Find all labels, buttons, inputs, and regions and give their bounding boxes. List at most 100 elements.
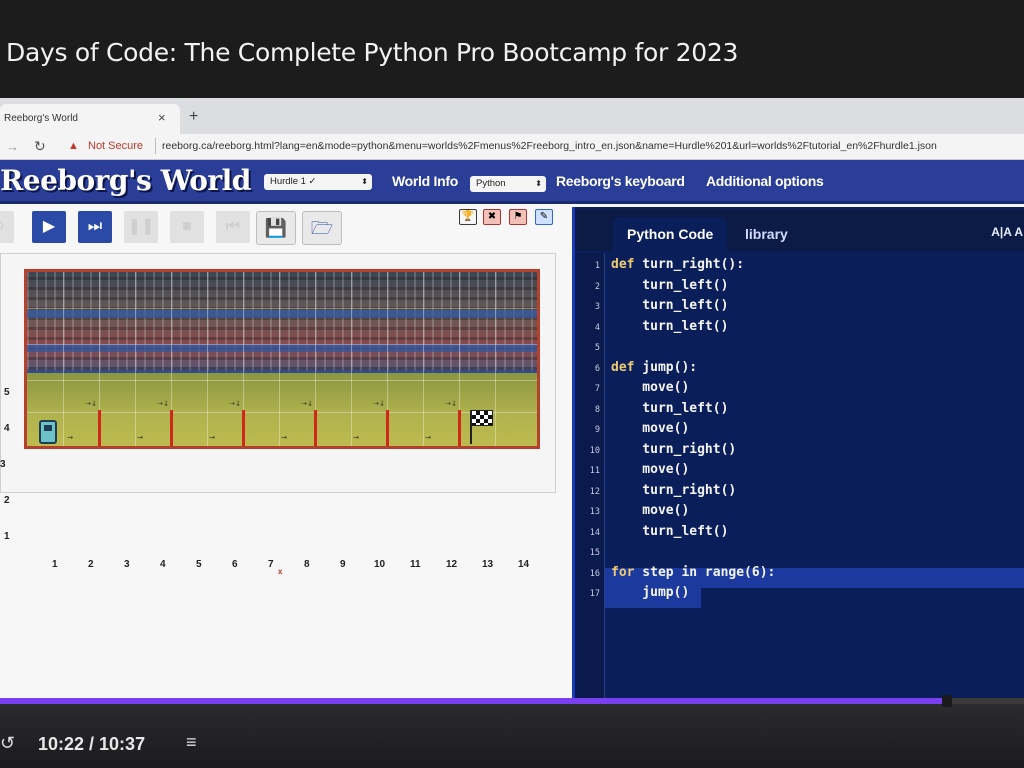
world-select[interactable]: Hurdle 1 ✓ ⬍ [264, 174, 372, 190]
robot-icon[interactable]: ⚑ [509, 209, 527, 225]
stop-button[interactable]: ■ [170, 211, 204, 243]
reeborg-logo: Reeborg's World [0, 164, 251, 197]
code-text: move() [611, 421, 690, 436]
reeborg-robot [39, 420, 57, 444]
pause-button[interactable]: ❚❚ [124, 211, 158, 243]
y-axis-label: 3 [0, 459, 6, 470]
world-canvas[interactable]: → ⇢↓ → ⇢↓ → ⇢↓ → ⇢↓ → ⇢↓ → ⇢↓ [24, 269, 540, 449]
line-number: 9 [594, 425, 600, 435]
hurdle-wall [458, 410, 461, 446]
x-axis-label: 1 [52, 559, 58, 570]
x-axis-label: 7 [268, 559, 274, 570]
code-line[interactable]: turn_left() [611, 401, 728, 416]
y-axis-label: 5 [4, 387, 10, 398]
code-text: turn_left() [611, 523, 729, 539]
x-axis-label: 14 [518, 559, 530, 570]
transcript-icon[interactable]: ≡ [186, 732, 197, 753]
code-text: turn_right() [611, 441, 737, 457]
replay-icon[interactable]: ↺ [0, 733, 15, 754]
grid-line [423, 272, 424, 446]
trail-arrow: → [425, 432, 432, 443]
url-field[interactable]: reeborg.ca/reeborg.html?lang=en&mode=pyt… [162, 140, 937, 152]
video-controls [0, 698, 1024, 768]
trail-arrow: ⇢↓ [85, 398, 98, 409]
code-line[interactable]: for step in range(6): [611, 565, 775, 580]
code-line[interactable]: def jump(): [611, 360, 697, 375]
video-progress-thumb[interactable] [942, 695, 952, 707]
x-axis-label: 9 [340, 559, 346, 570]
x-axis-label: 11 [410, 559, 421, 570]
reload-button[interactable]: ⟲ [0, 211, 14, 243]
run-button[interactable]: ▶ [32, 211, 66, 243]
step-button[interactable]: ⏭ [78, 211, 112, 243]
world-panel: ⟲ ▶ ⏭ ❚❚ ■ ⏮ 💾 🗁 🏆 ✖ ⚑ ✎ [0, 207, 572, 698]
line-number: 10 [589, 445, 600, 456]
browser-window: Reeborg's World × + → ↻ ▲ Not Secure ree… [0, 98, 1024, 698]
code-keyword: def [611, 257, 635, 272]
line-number: 8 [594, 404, 600, 415]
code-text: move() [611, 462, 690, 477]
x-axis-marker: x [278, 567, 283, 576]
code-line[interactable]: turn_left() [611, 524, 728, 539]
line-number: 5 [594, 343, 600, 353]
video-time: 10:22 / 10:37 [38, 734, 146, 754]
x-axis-label: 12 [446, 559, 458, 570]
language-select[interactable]: Python ⬍ [470, 176, 546, 192]
grid-line [27, 344, 537, 345]
new-tab-icon[interactable]: + [189, 108, 198, 126]
tab-python-code[interactable]: Python Code [613, 217, 728, 251]
line-number: 12 [589, 486, 600, 497]
code-text: move() [611, 503, 690, 518]
line-number: 7 [594, 384, 600, 394]
grid-line [27, 380, 537, 381]
code-line[interactable]: move() [611, 421, 689, 436]
keyboard-link[interactable]: Reeborg's keyboard [556, 173, 685, 189]
x-axis-label: 13 [482, 559, 494, 570]
line-number: 6 [594, 363, 600, 374]
code-line[interactable]: move() [611, 380, 689, 395]
open-world-button[interactable]: 🗁 [302, 211, 342, 245]
font-size-toggle[interactable]: A|A A [991, 225, 1023, 239]
grid-line [207, 272, 208, 446]
remove-icon[interactable]: ✖ [483, 209, 501, 225]
tab-title: Reeborg's World [4, 113, 78, 124]
browser-tab[interactable]: Reeborg's World × [0, 104, 180, 134]
code-line[interactable]: turn_right() [611, 442, 736, 457]
grid-line [63, 272, 64, 446]
x-axis-label: 4 [160, 559, 166, 570]
language-select-value: Python [476, 178, 506, 189]
line-number: 17 [589, 589, 600, 599]
security-label[interactable]: Not Secure [88, 140, 143, 152]
trail-arrow: ⇢↓ [157, 398, 170, 409]
video-progress-fill [0, 698, 953, 704]
y-axis-label: 4 [4, 423, 10, 434]
code-line[interactable]: def turn_right(): [611, 257, 744, 272]
world-select-value: Hurdle 1 ✓ [270, 176, 317, 187]
line-number: 11 [589, 466, 600, 476]
world-info-link[interactable]: World Info [392, 173, 458, 189]
forward-icon[interactable]: → [6, 139, 19, 154]
trail-arrow: → [353, 432, 360, 443]
x-axis-label: 3 [124, 559, 130, 570]
code-text: turn_left() [611, 277, 729, 293]
code-line[interactable]: move() [611, 462, 689, 477]
reload-icon[interactable]: ↻ [34, 138, 46, 155]
options-link[interactable]: Additional options [706, 173, 824, 189]
trophy-icon[interactable]: 🏆 [459, 209, 477, 225]
step-back-button[interactable]: ⏮ [216, 211, 250, 243]
code-line[interactable]: turn_left() [611, 298, 728, 313]
line-number: 16 [589, 568, 600, 579]
close-tab-icon[interactable]: × [158, 110, 166, 125]
code-line[interactable]: turn_left() [611, 278, 728, 293]
code-line[interactable]: turn_right() [611, 483, 736, 498]
edit-world-icon[interactable]: ✎ [535, 209, 553, 225]
save-world-button[interactable]: 💾 [256, 211, 296, 245]
code-line[interactable]: jump() [611, 585, 689, 600]
code-line[interactable]: turn_left() [611, 319, 728, 334]
address-separator [155, 138, 156, 154]
stadium-stands [27, 272, 537, 380]
tab-library[interactable]: library [731, 217, 802, 251]
code-line[interactable]: move() [611, 503, 689, 518]
select-arrow-icon: ⬍ [535, 179, 542, 188]
warning-icon: ▲ [68, 140, 79, 152]
